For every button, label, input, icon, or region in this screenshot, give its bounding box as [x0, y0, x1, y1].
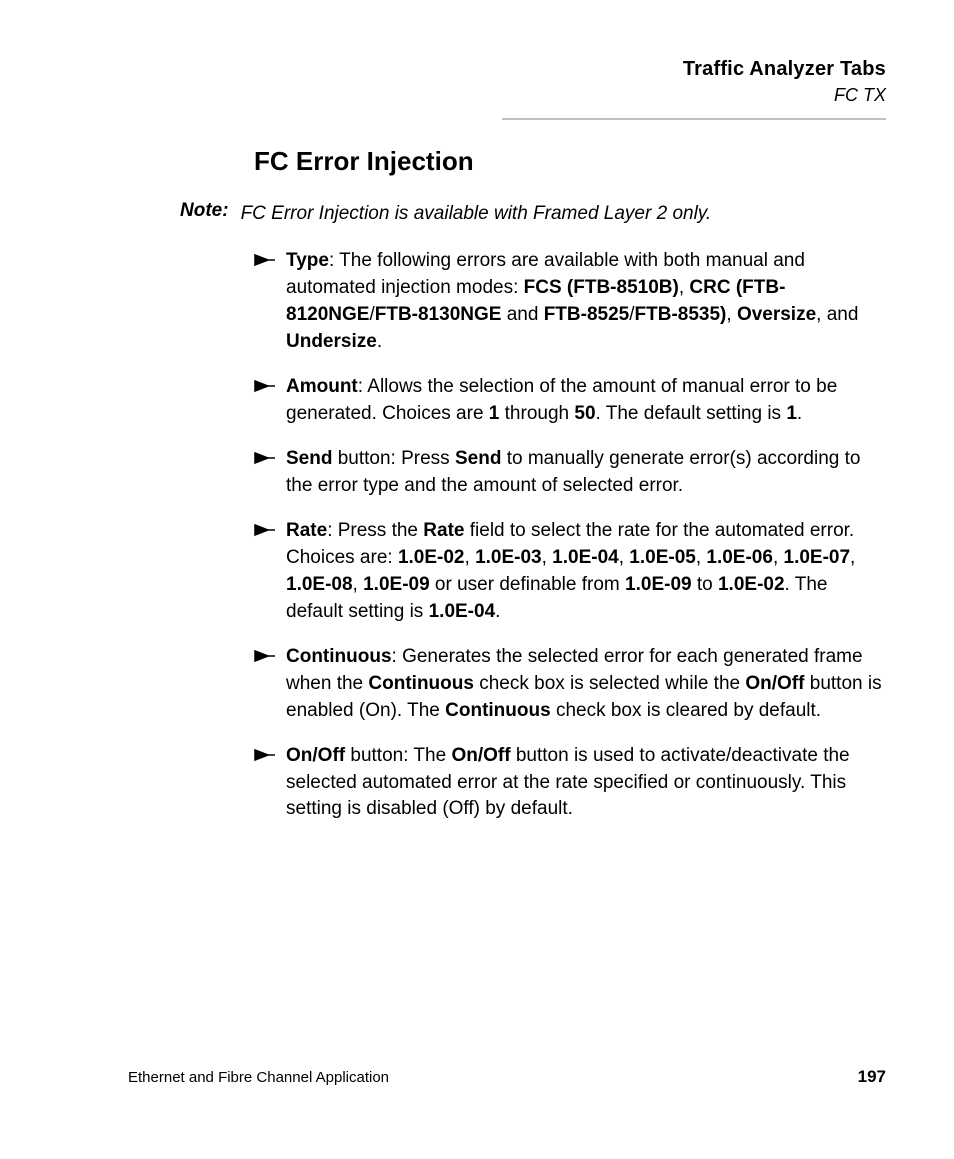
note-label: Note:	[180, 200, 229, 222]
bullet-continuous: Continuous: Generates the selected error…	[258, 644, 886, 725]
bullet-arrow-icon	[254, 450, 276, 466]
chapter-title: Traffic Analyzer Tabs	[683, 58, 886, 81]
bullet-text: On/Off button: The On/Off button is used…	[286, 745, 850, 820]
page: Traffic Analyzer Tabs FC TX FC Error Inj…	[0, 0, 954, 1159]
bullet-list: Type: The following errors are available…	[258, 248, 886, 841]
running-header: Traffic Analyzer Tabs FC TX	[683, 58, 886, 106]
bullet-onoff: On/Off button: The On/Off button is used…	[258, 743, 886, 824]
bullet-arrow-icon	[254, 648, 276, 664]
bullet-arrow-icon	[254, 522, 276, 538]
footer-text: Ethernet and Fibre Channel Application	[128, 1069, 389, 1086]
bullet-send: Send button: Press Send to manually gene…	[258, 446, 886, 500]
bullet-text: Type: The following errors are available…	[286, 250, 858, 352]
bullet-arrow-icon	[254, 378, 276, 394]
page-heading: FC Error Injection	[254, 146, 474, 177]
footer: Ethernet and Fibre Channel Application 1…	[128, 1067, 886, 1087]
bullet-text: Rate: Press the Rate field to select the…	[286, 520, 855, 622]
bullet-rate: Rate: Press the Rate field to select the…	[258, 518, 886, 626]
section-title: FC TX	[683, 85, 886, 106]
bullet-arrow-icon	[254, 747, 276, 763]
bullet-text: Amount: Allows the selection of the amou…	[286, 376, 837, 424]
bullet-text: Continuous: Generates the selected error…	[286, 646, 882, 721]
bullet-text: Send button: Press Send to manually gene…	[286, 448, 860, 496]
note: Note: FC Error Injection is available wi…	[180, 200, 886, 228]
bullet-type: Type: The following errors are available…	[258, 248, 886, 356]
header-rule	[502, 118, 886, 120]
page-number: 197	[858, 1067, 886, 1087]
bullet-amount: Amount: Allows the selection of the amou…	[258, 374, 886, 428]
note-text: FC Error Injection is available with Fra…	[241, 200, 712, 228]
bullet-arrow-icon	[254, 252, 276, 268]
